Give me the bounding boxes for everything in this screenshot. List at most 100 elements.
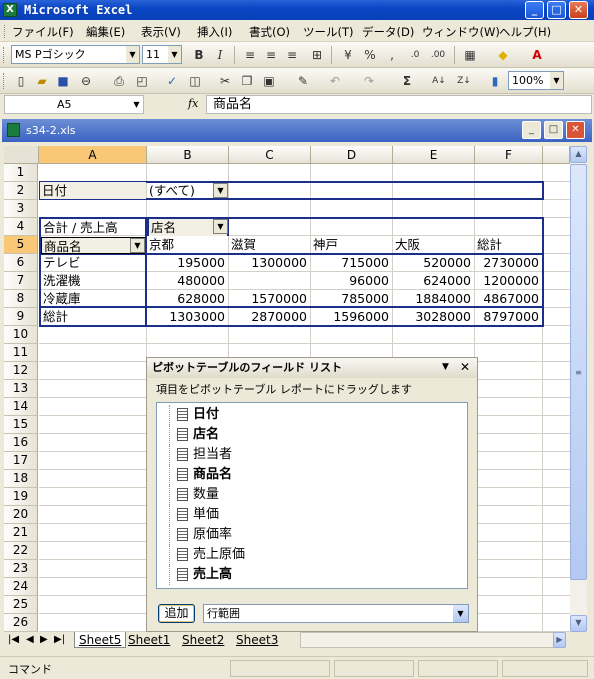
- menu-edit[interactable]: 編集(E): [86, 24, 125, 40]
- pivot-row-label[interactable]: 冷蔵庫: [41, 290, 145, 307]
- menu-file[interactable]: ファイル(F): [12, 24, 74, 40]
- tab-sheet1[interactable]: Sheet1: [128, 632, 170, 648]
- vertical-scrollbar[interactable]: ▲ ≡ ▼: [570, 146, 587, 632]
- pivot-col-header[interactable]: 京都: [147, 236, 229, 253]
- row-header-21[interactable]: 21: [4, 524, 38, 542]
- pivot-value-cell[interactable]: 3028000: [393, 308, 473, 325]
- pivot-col-header[interactable]: 神戸: [311, 236, 393, 253]
- fill-color-icon[interactable]: ◆: [494, 46, 512, 64]
- pivot-value-cell[interactable]: 520000: [393, 254, 473, 271]
- pivot-value-cell[interactable]: 1570000: [229, 290, 309, 307]
- minimize-button[interactable]: _: [525, 1, 544, 19]
- bold-icon[interactable]: B: [190, 46, 208, 64]
- row-header-7[interactable]: 7: [4, 272, 38, 290]
- align-right-icon[interactable]: ≡: [283, 46, 301, 64]
- chevron-down-icon[interactable]: ▼: [168, 46, 181, 63]
- horizontal-scrollbar[interactable]: ▶: [300, 632, 566, 648]
- copy-icon[interactable]: ❐: [238, 72, 256, 90]
- tab-sheet3[interactable]: Sheet3: [236, 632, 278, 648]
- chevron-down-icon[interactable]: ▼: [442, 362, 449, 372]
- data-field-label[interactable]: 合計 / 売上高: [41, 219, 120, 236]
- menu-format[interactable]: 書式(O): [249, 24, 290, 40]
- select-all-corner[interactable]: [4, 146, 39, 164]
- row-header-4[interactable]: 4: [4, 218, 38, 236]
- row-header-15[interactable]: 15: [4, 416, 38, 434]
- workbook-close-button[interactable]: ✕: [566, 121, 585, 139]
- pivot-value-cell[interactable]: 1884000: [393, 290, 473, 307]
- maximize-button[interactable]: □: [547, 1, 566, 19]
- format-painter-icon[interactable]: ✎: [294, 72, 312, 90]
- pivot-value-cell[interactable]: 2870000: [229, 308, 309, 325]
- pivot-value-cell[interactable]: 4867000: [475, 290, 541, 307]
- formula-input[interactable]: 商品名: [206, 95, 592, 114]
- menu-tools[interactable]: ツール(T): [303, 24, 354, 40]
- merge-center-icon[interactable]: ⊞: [308, 46, 326, 64]
- italic-icon[interactable]: I: [211, 46, 229, 64]
- align-left-icon[interactable]: ≡: [241, 46, 259, 64]
- sort-descending-icon[interactable]: Z↓: [455, 72, 473, 90]
- row-header-1[interactable]: 1: [4, 164, 38, 182]
- field-item[interactable]: 売上高: [177, 565, 232, 585]
- menu-help[interactable]: ヘルプ(H): [499, 24, 551, 40]
- workbook-restore-button[interactable]: □: [544, 121, 563, 139]
- pivot-value-cell[interactable]: 2730000: [475, 254, 541, 271]
- pivot-value-cell[interactable]: 1300000: [229, 254, 309, 271]
- close-icon[interactable]: ✕: [460, 360, 470, 374]
- add-button[interactable]: 追加: [158, 604, 195, 623]
- pivot-value-cell[interactable]: 1596000: [311, 308, 391, 325]
- row-header-22[interactable]: 22: [4, 542, 38, 560]
- font-color-icon[interactable]: A: [528, 46, 546, 64]
- row-header-12[interactable]: 12: [4, 362, 38, 380]
- row-header-11[interactable]: 11: [4, 344, 38, 362]
- row-header-26[interactable]: 26: [4, 614, 38, 632]
- row-header-13[interactable]: 13: [4, 380, 38, 398]
- column-header-d[interactable]: D: [311, 146, 393, 164]
- percent-icon[interactable]: %: [361, 46, 379, 64]
- chevron-down-icon[interactable]: ▼: [130, 96, 143, 113]
- open-icon[interactable]: ▰: [33, 72, 51, 90]
- pivot-value-cell[interactable]: 624000: [393, 272, 473, 289]
- font-size-box[interactable]: 11 ▼: [142, 45, 182, 64]
- row-header-2[interactable]: 2: [4, 182, 38, 200]
- row-header-3[interactable]: 3: [4, 200, 38, 218]
- pivot-value-cell[interactable]: 480000: [147, 272, 227, 289]
- pivot-row-label[interactable]: 洗濯機: [41, 272, 145, 289]
- close-button[interactable]: ✕: [569, 1, 588, 19]
- save-icon[interactable]: ■: [54, 72, 72, 90]
- column-header-a[interactable]: A: [39, 146, 147, 164]
- row-header-24[interactable]: 24: [4, 578, 38, 596]
- chevron-down-icon[interactable]: ▼: [126, 46, 139, 63]
- workbook-minimize-button[interactable]: _: [522, 121, 541, 139]
- increase-decimal-icon[interactable]: .0: [406, 46, 424, 64]
- fx-icon[interactable]: fx: [188, 97, 198, 110]
- field-item[interactable]: 売上原価: [177, 545, 245, 565]
- page-field-dropdown[interactable]: ▼: [213, 183, 228, 198]
- paste-icon[interactable]: ▣: [260, 72, 278, 90]
- row-header-9[interactable]: 9: [4, 308, 38, 326]
- pivot-col-header[interactable]: 滋賀: [229, 236, 311, 253]
- row-header-18[interactable]: 18: [4, 470, 38, 488]
- row-header-17[interactable]: 17: [4, 452, 38, 470]
- row-header-20[interactable]: 20: [4, 506, 38, 524]
- pivot-row-label[interactable]: 総計: [41, 308, 145, 325]
- pivot-row-label[interactable]: テレビ: [41, 254, 145, 271]
- prev-sheet-icon[interactable]: ◀: [26, 634, 34, 645]
- pivot-value-cell[interactable]: 628000: [147, 290, 227, 307]
- column-header-g[interactable]: [543, 146, 570, 164]
- pivot-value-cell[interactable]: 785000: [311, 290, 391, 307]
- pivot-value-cell[interactable]: 1303000: [147, 308, 227, 325]
- scroll-up-button[interactable]: ▲: [570, 146, 587, 163]
- new-icon[interactable]: ▯: [12, 72, 30, 90]
- field-item[interactable]: 数量: [177, 485, 219, 505]
- field-item[interactable]: 原価率: [177, 525, 232, 545]
- pivot-value-cell[interactable]: 195000: [147, 254, 227, 271]
- row-header-6[interactable]: 6: [4, 254, 38, 272]
- menu-insert[interactable]: 挿入(I): [197, 24, 232, 40]
- menu-window[interactable]: ウィンドウ(W): [422, 24, 500, 40]
- spelling-icon[interactable]: ✓: [163, 72, 181, 90]
- align-center-icon[interactable]: ≡: [262, 46, 280, 64]
- tab-sheet5[interactable]: Sheet5: [74, 632, 127, 648]
- chart-wizard-icon[interactable]: ▮: [486, 72, 504, 90]
- area-select[interactable]: 行範囲 ▼: [203, 604, 469, 623]
- field-item[interactable]: 日付: [177, 405, 219, 425]
